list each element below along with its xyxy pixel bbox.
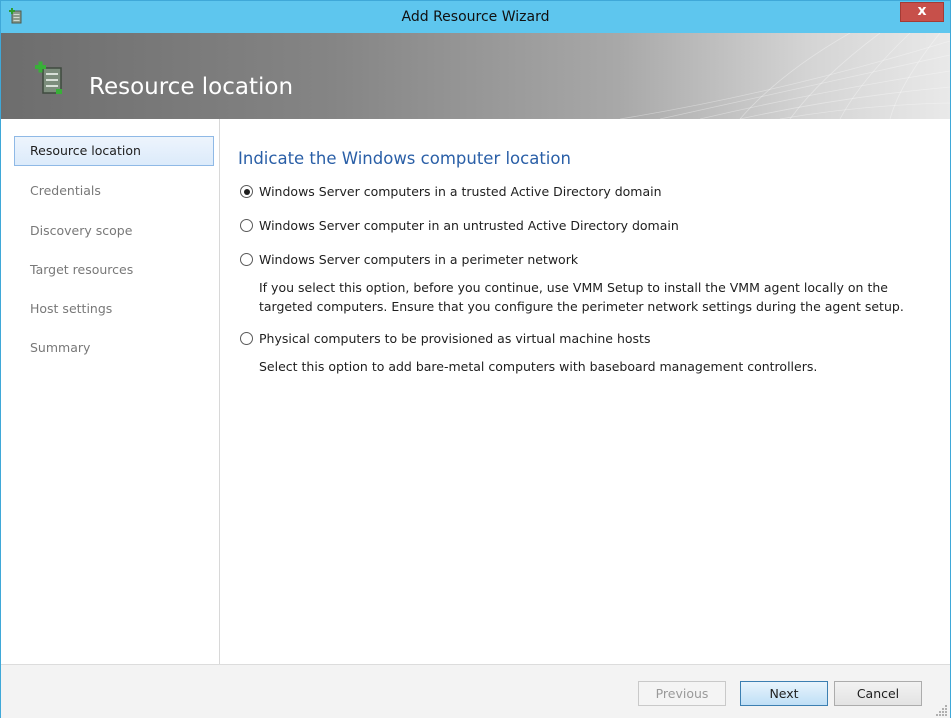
sidebar-item-summary[interactable]: Summary: [14, 333, 214, 363]
cancel-button[interactable]: Cancel: [834, 681, 922, 706]
option-label: Physical computers to be provisioned as …: [259, 331, 651, 346]
option-untrusted-domain[interactable]: Windows Server computer in an untrusted …: [240, 218, 679, 233]
next-button[interactable]: Next: [740, 681, 828, 706]
decorative-mesh: [620, 33, 950, 119]
description-line: If you select this option, before you co…: [259, 280, 888, 295]
radio-button[interactable]: [240, 332, 253, 345]
option-trusted-domain[interactable]: Windows Server computers in a trusted Ac…: [240, 184, 662, 199]
option-label: Windows Server computer in an untrusted …: [259, 218, 679, 233]
radio-button-selected[interactable]: [240, 185, 253, 198]
description-line: targeted computers. Ensure that you conf…: [259, 299, 904, 314]
option-perimeter-network[interactable]: Windows Server computers in a perimeter …: [240, 252, 578, 267]
close-button[interactable]: x: [900, 2, 944, 22]
option-label: Windows Server computers in a trusted Ac…: [259, 184, 662, 199]
sidebar-item-resource-location[interactable]: Resource location: [14, 136, 214, 166]
physical-computers-description: Select this option to add bare-metal com…: [259, 357, 949, 376]
previous-button[interactable]: Previous: [638, 681, 726, 706]
main-content: Indicate the Windows computer location W…: [220, 119, 950, 664]
header-banner: Resource location: [1, 33, 950, 119]
option-physical-computers[interactable]: Physical computers to be provisioned as …: [240, 331, 650, 346]
radio-button[interactable]: [240, 253, 253, 266]
wizard-footer: Previous Next Cancel: [1, 664, 950, 718]
perimeter-network-description: If you select this option, before you co…: [259, 278, 949, 316]
page-title: Resource location: [89, 74, 294, 100]
wizard-window: Add Resource Wizard x Resource location …: [0, 0, 951, 718]
radio-button[interactable]: [240, 219, 253, 232]
sidebar-item-host-settings[interactable]: Host settings: [14, 294, 214, 324]
section-heading: Indicate the Windows computer location: [238, 149, 571, 168]
sidebar-item-credentials[interactable]: Credentials: [14, 176, 214, 206]
window-title: Add Resource Wizard: [401, 9, 550, 25]
option-label: Windows Server computers in a perimeter …: [259, 252, 579, 267]
sidebar-item-target-resources[interactable]: Target resources: [14, 255, 214, 285]
description-line: Select this option to add bare-metal com…: [259, 359, 818, 374]
wizard-steps-sidebar: Resource location Credentials Discovery …: [1, 119, 220, 664]
title-bar[interactable]: Add Resource Wizard x: [1, 1, 950, 33]
resize-grip-icon[interactable]: [936, 704, 948, 716]
sidebar-item-discovery-scope[interactable]: Discovery scope: [14, 216, 214, 246]
server-add-icon: [35, 61, 62, 94]
